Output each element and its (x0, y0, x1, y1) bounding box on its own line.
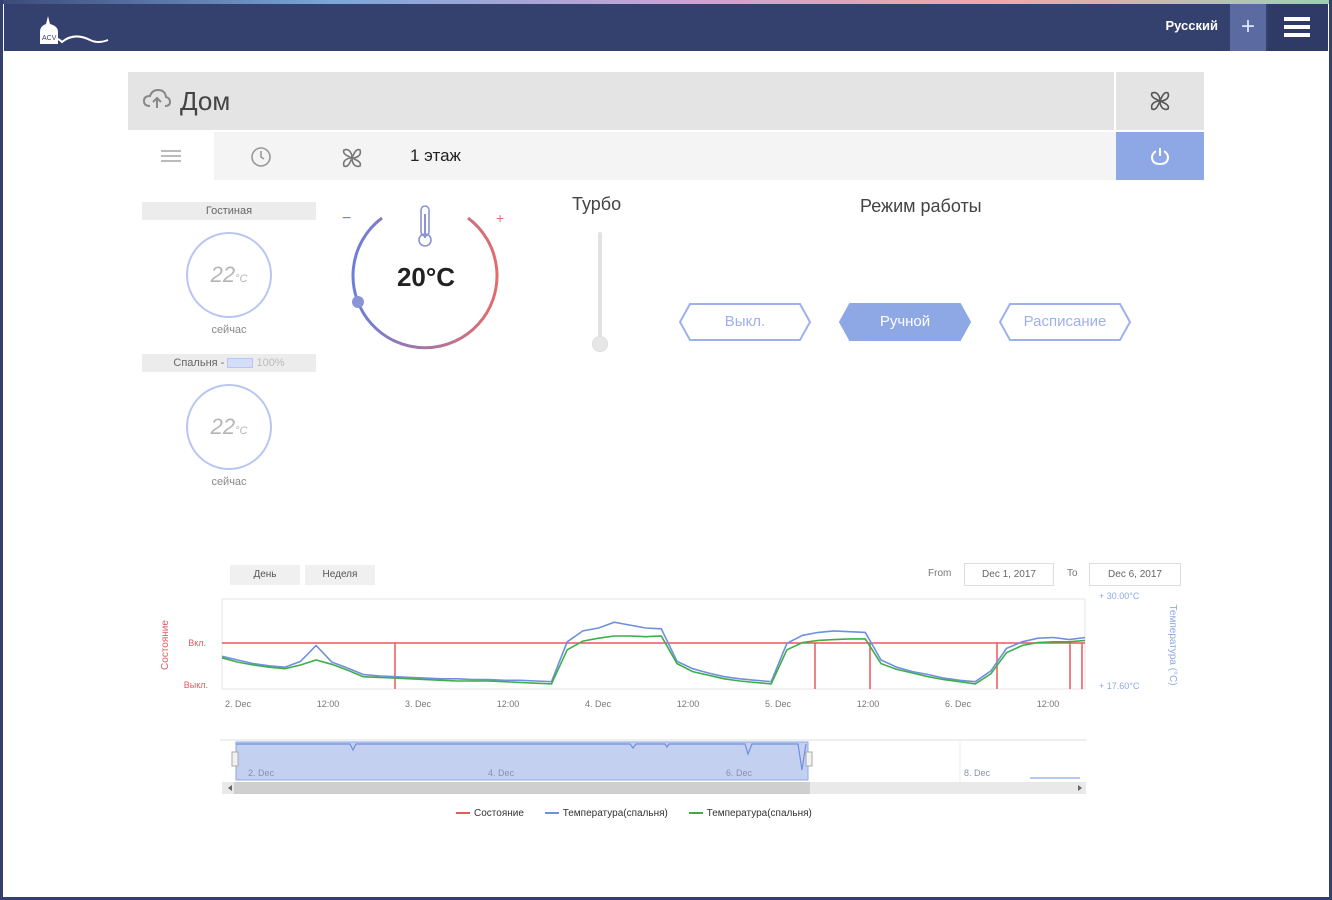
turbo-label: Турбо (572, 194, 622, 214)
mode-manual-label: Ручной (879, 313, 931, 330)
turbo-slider-handle[interactable] (592, 336, 608, 352)
room-name-row: Спальня - 100% (142, 354, 316, 372)
plot-area (221, 598, 1086, 690)
x-tick-label: 12:00 (317, 699, 340, 709)
week-range-button[interactable]: Неделя (305, 565, 375, 585)
legend-item-state[interactable]: Состояние (456, 808, 524, 819)
legend-item-temp-blue[interactable]: Температура(спальня) (544, 808, 668, 819)
page-title: Дом (180, 86, 231, 116)
room-name: Гостиная (142, 202, 316, 220)
list-icon (161, 150, 181, 162)
right-axis-min-label: + 17.60°C (1099, 681, 1140, 691)
thermostat-handle[interactable] (352, 296, 364, 308)
legend-label: Температура(спальня) (706, 808, 812, 819)
logo-text: ACV (42, 35, 57, 42)
chart-legend: Состояние Температура(спальня) Температу… (456, 808, 830, 819)
navigator-left-handle[interactable] (231, 751, 239, 767)
room-temperature-dial: 22°C (186, 384, 272, 470)
fan-button[interactable] (1116, 72, 1204, 130)
decrease-temperature-button[interactable]: − (342, 210, 351, 228)
x-tick-label: 6. Dec (945, 699, 972, 709)
to-label: To (1067, 568, 1078, 579)
temperature-chart[interactable]: 2. Dec 12:00 3. Dec 12:00 4. Dec 12:00 5. Dec 1… (150, 585, 1190, 715)
room-temperature-unit: °C (235, 273, 248, 285)
right-axis-title: Температура (°C) (1167, 604, 1178, 685)
tab-bar: 1 этаж (128, 132, 1116, 180)
right-axis-max-label: + 30.00°C (1099, 591, 1140, 601)
from-label: From (928, 568, 952, 579)
fan-icon (342, 148, 362, 168)
hamburger-menu-icon[interactable] (1268, 4, 1328, 51)
x-tick-label: 12:00 (857, 699, 880, 709)
legend-item-temp-green[interactable]: Температура(спальня) (688, 808, 812, 819)
setpoint-temperature: 20°C (396, 262, 456, 292)
navigator-tick-label: 6. Dec (726, 768, 753, 778)
left-axis-title: Состояние (160, 620, 171, 670)
tab-schedule[interactable] (218, 132, 304, 180)
left-axis-tick: Выкл. (184, 680, 208, 690)
room-status: сейчас (211, 476, 247, 488)
battery-icon (227, 358, 254, 369)
tab-ventilation[interactable] (308, 132, 394, 180)
chart-navigator[interactable]: 2. Dec 4. Dec 6. Dec 8. Dec (220, 738, 1090, 796)
room-status: сейчас (211, 324, 247, 336)
legend-label: Температура(спальня) (562, 808, 668, 819)
room-name: Спальня - (173, 357, 225, 369)
thermometer-icon (418, 205, 432, 247)
top-bar: ACV Русский + (4, 4, 1328, 51)
power-icon (1150, 148, 1170, 166)
x-tick-label: 3. Dec (405, 699, 432, 709)
battery-level: 100% (256, 357, 285, 369)
x-tick-label: 12:00 (677, 699, 700, 709)
acv-logo[interactable]: ACV (34, 10, 114, 50)
language-selector[interactable]: Русский (1165, 18, 1218, 33)
navigator-tick-label: 4. Dec (488, 768, 515, 778)
room-temperature-value: 22 (210, 414, 236, 439)
navigator-selection (235, 741, 809, 781)
room-temperature-dial: 22°C (186, 232, 272, 318)
room-card-bedroom[interactable]: Спальня - 100% 22°C сейчас (142, 354, 316, 488)
mode-off-button[interactable]: Выкл. (678, 302, 812, 342)
x-tick-label: 12:00 (1037, 699, 1060, 709)
add-button[interactable]: + (1230, 4, 1266, 51)
mode-manual-button[interactable]: Ручной (838, 302, 972, 342)
mode-label: Режим работы (860, 196, 982, 216)
to-date-input[interactable]: Dec 6, 2017 (1089, 563, 1181, 586)
x-tick-label: 4. Dec (585, 699, 612, 709)
day-range-button[interactable]: День (230, 565, 300, 585)
legend-label: Состояние (474, 808, 524, 819)
card-header: Дом (128, 72, 1114, 130)
mode-off-label: Выкл. (724, 313, 766, 330)
room-temperature-unit: °C (235, 425, 248, 437)
cloud-upload-icon (142, 88, 172, 108)
left-axis-tick: Вкл. (188, 638, 206, 648)
navigator-right-handle[interactable] (805, 751, 813, 767)
increase-temperature-button[interactable]: + (496, 210, 504, 226)
x-tick-label: 5. Dec (765, 699, 792, 709)
fan-icon (1150, 91, 1170, 111)
navigator-tick-label: 8. Dec (964, 768, 991, 778)
tab-list[interactable] (128, 132, 214, 180)
power-button[interactable] (1116, 132, 1204, 180)
room-temperature-value: 22 (210, 262, 236, 287)
mode-schedule-button[interactable]: Расписание (998, 302, 1132, 342)
clock-icon (251, 147, 271, 167)
mode-schedule-label: Расписание (1023, 313, 1107, 330)
x-tick-label: 2. Dec (225, 699, 252, 709)
navigator-scrollbar-thumb-handle[interactable] (234, 782, 810, 794)
navigator-tick-label: 2. Dec (248, 768, 275, 778)
floor-label: 1 этаж (410, 146, 461, 165)
x-tick-label: 12:00 (497, 699, 520, 709)
room-card-living[interactable]: Гостиная 22°C сейчас (142, 202, 316, 336)
from-date-input[interactable]: Dec 1, 2017 (964, 563, 1054, 586)
turbo-slider[interactable] (598, 232, 602, 342)
